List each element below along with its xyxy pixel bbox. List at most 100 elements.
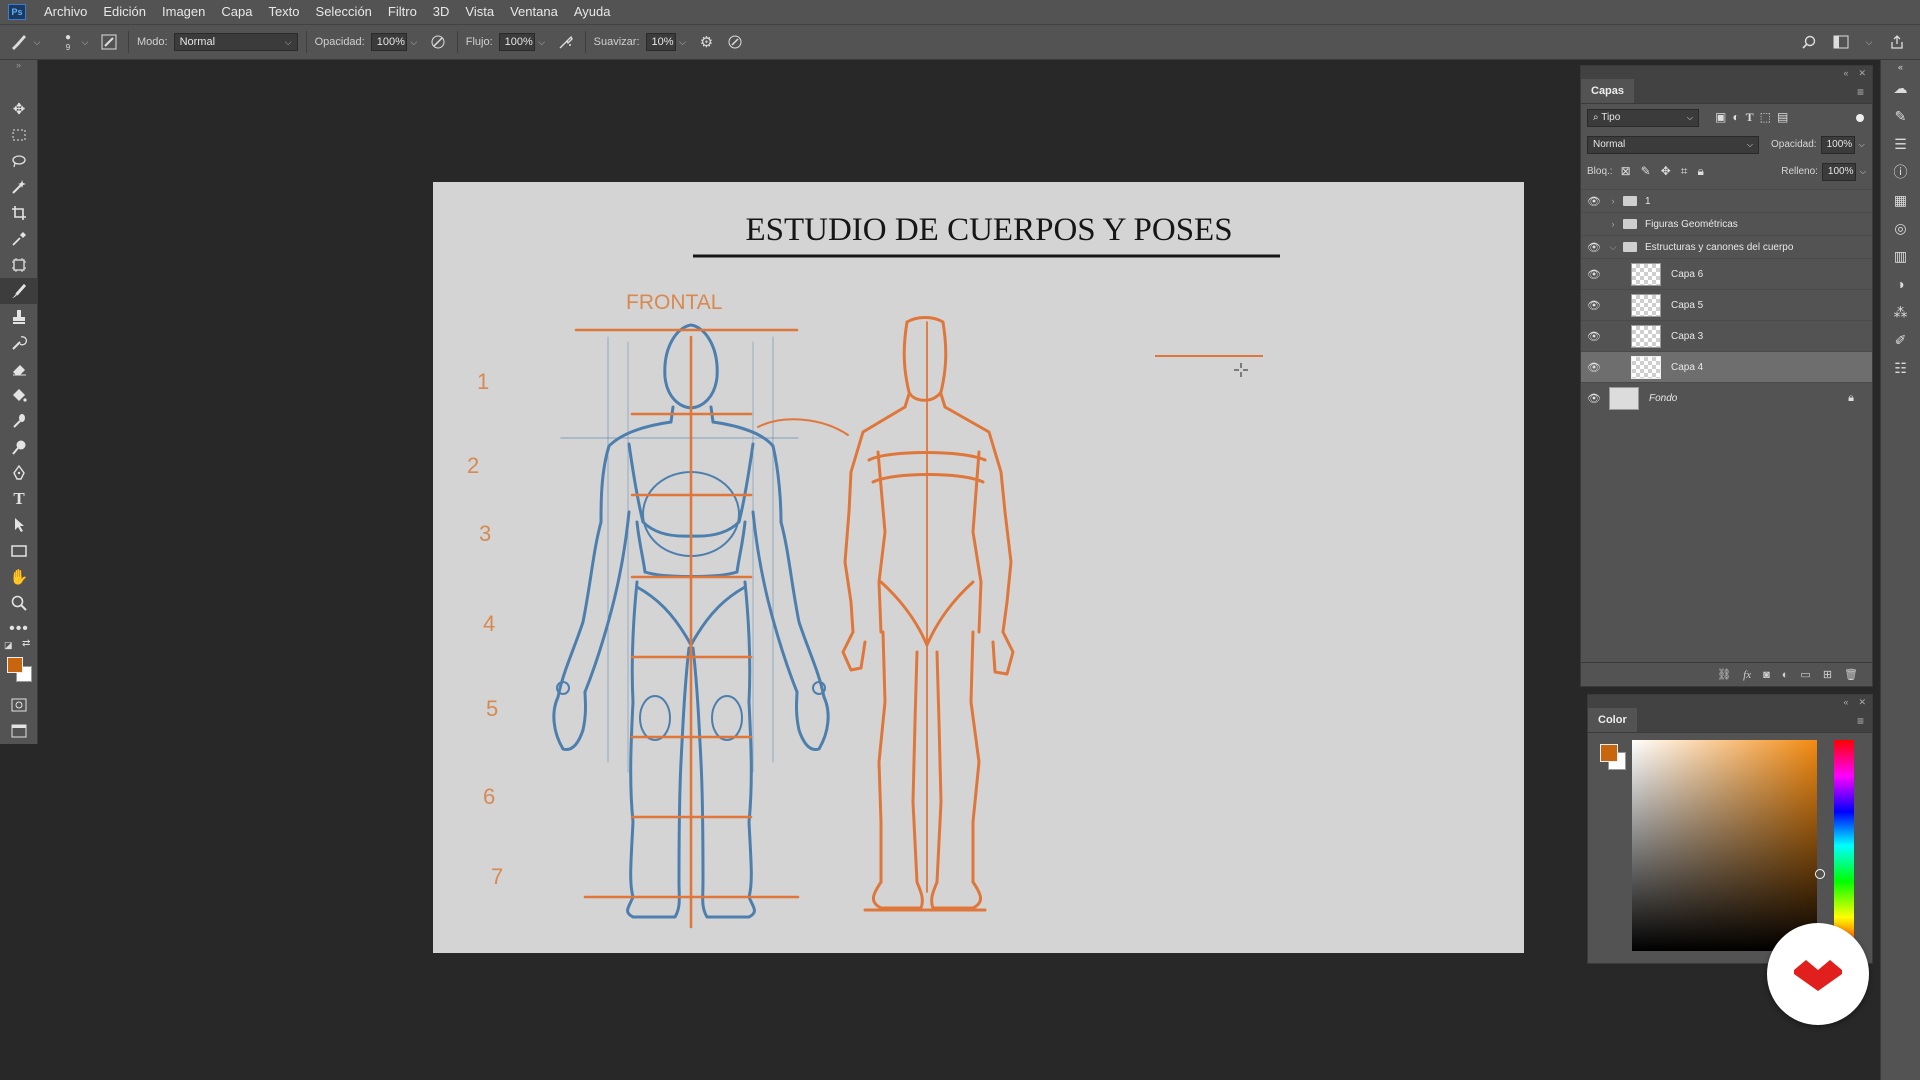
foreground-color-swatch[interactable] bbox=[1600, 744, 1618, 762]
default-colors-icon[interactable]: ◪ bbox=[4, 640, 13, 651]
lock-artboard-icon[interactable]: ⌗ bbox=[1681, 164, 1688, 179]
filter-smart-object-icon[interactable]: ▤ bbox=[1777, 110, 1788, 125]
panel-menu-icon[interactable]: ≡ bbox=[1857, 85, 1864, 99]
menu-ayuda[interactable]: Ayuda bbox=[566, 0, 619, 24]
channels-icon[interactable]: ☰ bbox=[1881, 130, 1920, 158]
gear-icon[interactable]: ⚙ bbox=[696, 31, 718, 53]
menu-edicion[interactable]: Edición bbox=[95, 0, 154, 24]
menu-texto[interactable]: Texto bbox=[260, 0, 307, 24]
paths-icon[interactable]: ✎ bbox=[1881, 102, 1920, 130]
adjustments-icon[interactable]: ◑ bbox=[1881, 270, 1920, 298]
dodge-tool-icon[interactable] bbox=[0, 434, 38, 460]
add-mask-icon[interactable]: ◙ bbox=[1763, 669, 1770, 681]
tab-color[interactable]: Color bbox=[1588, 708, 1637, 732]
layer-row[interactable]: 👁︎ Fondo 🔒︎ bbox=[1581, 382, 1872, 413]
marquee-tool-icon[interactable] bbox=[0, 122, 38, 148]
paint-bucket-tool-icon[interactable] bbox=[0, 382, 38, 408]
chevron-down-icon[interactable]: ⌵ bbox=[1862, 33, 1876, 51]
smudge-tool-icon[interactable] bbox=[0, 408, 38, 434]
brush-tool-icon[interactable] bbox=[0, 278, 38, 304]
visibility-eye-icon[interactable]: 👁︎ bbox=[1581, 361, 1607, 374]
menu-capa[interactable]: Capa bbox=[213, 0, 260, 24]
histogram-icon[interactable]: ▥ bbox=[1881, 242, 1920, 270]
brush-settings-panel-icon[interactable] bbox=[98, 31, 120, 53]
menu-archivo[interactable]: Archivo bbox=[36, 0, 95, 24]
mode-select[interactable]: Normal ⌵ bbox=[173, 33, 298, 51]
foreground-color-swatch[interactable] bbox=[7, 657, 23, 673]
brush-size-picker[interactable]: ● 9 bbox=[58, 32, 78, 52]
brushes-icon[interactable]: ✐ bbox=[1881, 326, 1920, 354]
visibility-eye-icon[interactable]: 👁︎ bbox=[1581, 392, 1607, 405]
visibility-eye-icon[interactable]: 👁︎ bbox=[1581, 241, 1607, 254]
close-panel-icon[interactable]: ✕ bbox=[1858, 697, 1866, 708]
panel-menu-icon[interactable]: ≡ bbox=[1857, 714, 1864, 728]
zoom-tool-icon[interactable] bbox=[0, 590, 38, 616]
chevron-right-icon[interactable]: › bbox=[1607, 196, 1619, 206]
libraries-icon[interactable]: ☁ bbox=[1881, 74, 1920, 102]
link-layers-icon[interactable]: ⛓︎ bbox=[1717, 668, 1731, 681]
collapse-panel-icon[interactable]: « bbox=[1843, 68, 1848, 78]
opacity-input[interactable]: 100% bbox=[370, 33, 407, 51]
share-icon[interactable] bbox=[1886, 31, 1908, 53]
properties-icon[interactable]: ☷ bbox=[1881, 354, 1920, 382]
color-spectrum-field[interactable] bbox=[1632, 740, 1825, 951]
chevron-down-icon[interactable]: ⌵ bbox=[78, 33, 92, 51]
screen-mode-icon[interactable] bbox=[0, 718, 38, 744]
layer-row[interactable]: 👁︎ Capa 6 bbox=[1581, 258, 1872, 289]
more-tools-icon[interactable]: ••• bbox=[0, 616, 38, 642]
menu-ventana[interactable]: Ventana bbox=[502, 0, 566, 24]
visibility-eye-icon[interactable]: 👁︎ bbox=[1581, 299, 1607, 312]
filter-adjustment-icon[interactable]: ◐ bbox=[1732, 110, 1739, 125]
chevron-down-icon[interactable]: ⌵ bbox=[30, 33, 44, 51]
lasso-tool-icon[interactable] bbox=[0, 148, 38, 174]
filter-pixel-icon[interactable]: ▣ bbox=[1715, 110, 1726, 125]
layer-opacity-input[interactable]: 100% bbox=[1820, 135, 1855, 154]
chevron-down-icon[interactable]: ⌵ bbox=[407, 33, 421, 51]
flow-input[interactable]: 100% bbox=[498, 33, 535, 51]
chevron-down-icon[interactable]: ⌵ bbox=[1607, 242, 1619, 253]
panel-collapse-icon[interactable]: » bbox=[0, 60, 37, 74]
workspace-icon[interactable] bbox=[1830, 31, 1852, 53]
rectangle-tool-icon[interactable] bbox=[0, 538, 38, 564]
document-canvas[interactable]: ESTUDIO DE CUERPOS Y POSES FRONTAL 1 2 3… bbox=[433, 182, 1524, 953]
layer-style-fx-icon[interactable]: fx bbox=[1743, 669, 1751, 681]
move-tool-icon[interactable]: ✥ bbox=[0, 96, 38, 122]
pressure-opacity-icon[interactable] bbox=[427, 31, 449, 53]
hue-slider[interactable] bbox=[1834, 740, 1854, 951]
path-selection-tool-icon[interactable] bbox=[0, 512, 38, 538]
lock-image-icon[interactable]: ✎ bbox=[1641, 164, 1651, 179]
quick-mask-icon[interactable] bbox=[0, 692, 38, 718]
chevron-down-icon[interactable]: ⌵ bbox=[676, 33, 690, 51]
layer-row[interactable]: 👁︎ Capa 3 bbox=[1581, 320, 1872, 351]
creative-cloud-icon[interactable]: ◎ bbox=[1881, 214, 1920, 242]
styles-icon[interactable]: ⁂ bbox=[1881, 298, 1920, 326]
pressure-size-icon[interactable] bbox=[724, 31, 746, 53]
close-panel-icon[interactable]: ✕ bbox=[1858, 68, 1866, 79]
layer-row[interactable]: 👁︎ ⌵ Estructuras y canones del cuerpo bbox=[1581, 235, 1872, 258]
chevron-down-icon[interactable]: ⌵ bbox=[535, 33, 549, 51]
trash-icon[interactable]: 🗑︎ bbox=[1844, 668, 1858, 681]
brush-tool-preset-icon[interactable] bbox=[8, 31, 30, 53]
eraser-tool-icon[interactable] bbox=[0, 356, 38, 382]
visibility-off-icon[interactable]: 👁︎ bbox=[1581, 218, 1607, 231]
eyedropper-tool-icon[interactable] bbox=[0, 226, 38, 252]
menu-3d[interactable]: 3D bbox=[425, 0, 458, 24]
layer-filter-select[interactable]: ⌕ Tipo ⌵ bbox=[1587, 108, 1699, 127]
blend-mode-select[interactable]: Normal ⌵ bbox=[1587, 135, 1759, 154]
fill-input[interactable]: 100% bbox=[1821, 162, 1856, 181]
tab-capas[interactable]: Capas bbox=[1581, 79, 1635, 103]
adjustment-layer-icon[interactable]: ◐ bbox=[1782, 669, 1789, 681]
chevron-down-icon[interactable]: ⌵ bbox=[1859, 140, 1865, 150]
pen-tool-icon[interactable] bbox=[0, 460, 38, 486]
info-icon[interactable]: ⓘ bbox=[1881, 158, 1920, 186]
visibility-eye-icon[interactable]: 👁︎ bbox=[1581, 330, 1607, 343]
visibility-eye-icon[interactable]: 👁︎ bbox=[1581, 195, 1607, 208]
filter-type-icon[interactable]: T bbox=[1746, 110, 1754, 125]
layer-row-selected[interactable]: 👁︎ Capa 4 bbox=[1581, 351, 1872, 382]
type-tool-icon[interactable]: T bbox=[0, 486, 38, 512]
history-brush-tool-icon[interactable] bbox=[0, 330, 38, 356]
smoothing-input[interactable]: 10% bbox=[645, 33, 676, 51]
layer-row[interactable]: 👁︎ › 1 bbox=[1581, 189, 1872, 212]
color-picker-marker[interactable] bbox=[1815, 869, 1825, 879]
new-layer-icon[interactable]: ⊞ bbox=[1823, 668, 1832, 681]
